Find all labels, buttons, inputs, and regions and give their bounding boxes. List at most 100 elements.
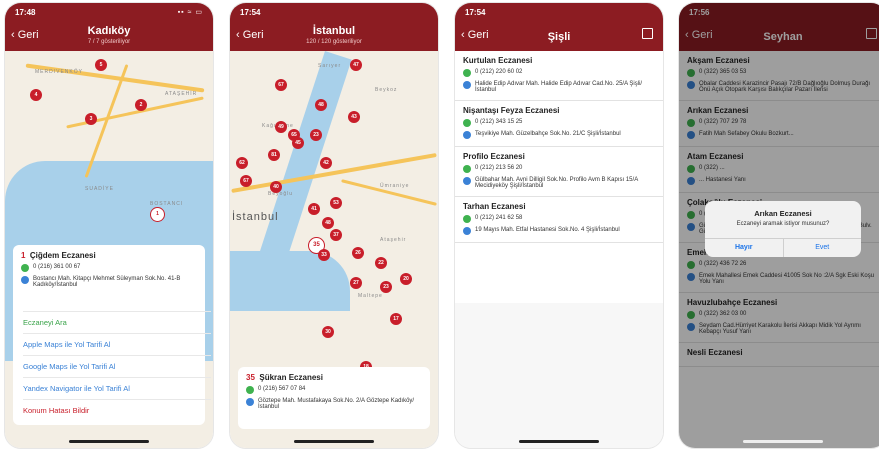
- pharmacy-pin[interactable]: 41: [308, 203, 320, 215]
- call-pharmacy-button[interactable]: Eczaneyi Ara: [23, 311, 211, 334]
- pharmacy-pin[interactable]: 42: [320, 157, 332, 169]
- map-label: Sarıyer: [318, 63, 342, 69]
- pharmacy-phone[interactable]: 0 (212) 241 62 58: [475, 215, 522, 221]
- pharmacy-phone[interactable]: 0 (212) 213 56 20: [475, 165, 522, 171]
- screen-sisli-list: 17:54 ‹ Geri Şişli Kurtulan Eczanesi 0 (2…: [455, 3, 663, 448]
- pharmacy-pin[interactable]: 23: [310, 129, 322, 141]
- pharmacy-number: 35: [246, 373, 255, 382]
- pharmacy-pin[interactable]: 53: [330, 197, 342, 209]
- pharmacy-pin[interactable]: 62: [236, 157, 248, 169]
- map-label: Ümraniye: [380, 183, 410, 189]
- page-title: Şişli: [547, 31, 571, 43]
- pharmacy-pin[interactable]: 27: [350, 277, 362, 289]
- map-label: Beykoz: [375, 87, 398, 93]
- phone-icon: [463, 69, 471, 77]
- dialog-buttons: Hayır Evet: [705, 238, 861, 257]
- pharmacy-phone[interactable]: 0 (216) 567 07 84: [258, 386, 305, 392]
- google-maps-button[interactable]: Google Maps ile Yol Tarifi Al: [23, 355, 211, 378]
- phone-icon: [246, 386, 254, 394]
- status-time: 17:54: [465, 8, 486, 17]
- home-indicator: [294, 440, 374, 443]
- nav-bar: 17:54 ‹ Geri Şişli: [455, 3, 663, 51]
- report-location-error-button[interactable]: Konum Hatası Bildir: [23, 399, 211, 422]
- map-label: Maltepe: [358, 293, 383, 299]
- pharmacy-pin[interactable]: 26: [352, 247, 364, 259]
- pharmacy-pin[interactable]: 3: [85, 113, 97, 125]
- page-subtitle: 7 / 7 gösteriliyor: [87, 39, 131, 45]
- pharmacy-pin[interactable]: 22: [375, 257, 387, 269]
- pharmacy-pin[interactable]: 2: [135, 99, 147, 111]
- pharmacy-pin[interactable]: 30: [322, 326, 334, 338]
- pharmacy-name: Şükran Eczanesi: [259, 373, 323, 382]
- pharmacy-list: Kurtulan Eczanesi 0 (212) 220 60 02 Halide…: [455, 51, 663, 243]
- pharmacy-pin[interactable]: 47: [350, 59, 362, 71]
- pharmacy-address: Göztepe Mah. Mustafakaya Sok.No. 2/A Göz…: [258, 398, 415, 410]
- pharmacy-phone[interactable]: 0 (216) 361 00 67: [33, 264, 80, 270]
- pharmacy-name-row: 35 Şükran Eczanesi: [246, 373, 422, 382]
- confirm-button[interactable]: Evet: [784, 239, 862, 257]
- phone-icon: [463, 119, 471, 127]
- map-label: SUADİYE: [85, 186, 114, 192]
- status-time: 17:48: [15, 8, 36, 17]
- page-title: Kadıköy: [87, 25, 131, 37]
- pharmacy-pin[interactable]: 49: [275, 121, 287, 133]
- pharmacy-name: Tarhan Eczanesi: [463, 202, 526, 211]
- page-subtitle: 120 / 120 gösteriliyor: [306, 39, 362, 45]
- pharmacy-address: Gülbahar Mah. Avni Dilligil Sok.No. Prof…: [475, 177, 638, 189]
- dialog-message: Eczaneyi aramak istiyor musunuz?: [736, 221, 830, 227]
- home-indicator: [69, 440, 149, 443]
- selected-pharmacy-pin[interactable]: 1: [150, 207, 165, 222]
- apple-maps-button[interactable]: Apple Maps ile Yol Tarifi Al: [23, 333, 211, 356]
- dialog-title: Arıkan Eczanesi: [754, 209, 812, 218]
- pharmacy-pin[interactable]: 45: [292, 137, 304, 149]
- pharmacy-pin[interactable]: 20: [400, 273, 412, 285]
- home-indicator: [519, 440, 599, 443]
- pharmacy-list-item[interactable]: Profilo Eczanesi 0 (212) 213 56 20 Gülbaha…: [455, 147, 663, 197]
- screen-kadikoy-map: 17:48 ▪▪ ≈ ▭ ‹ Geri Kadıköy 7 / 7 göster…: [5, 3, 213, 448]
- location-icon: [21, 276, 29, 284]
- pharmacy-address: Halide Edip Adıvar Mah. Halide Edip Adıv…: [475, 81, 643, 93]
- pharmacy-pin[interactable]: 48: [315, 99, 327, 111]
- yandex-navigator-button[interactable]: Yandex Navigator ile Yol Tarifi Al: [23, 377, 211, 400]
- pharmacy-detail-card[interactable]: 35 Şükran Eczanesi 0 (216) 567 07 84 Göz…: [238, 367, 430, 429]
- pharmacy-list-item[interactable]: Tarhan Eczanesi 0 (212) 241 62 58 19 Mayıs…: [455, 197, 663, 243]
- pharmacy-pin[interactable]: 48: [322, 217, 334, 229]
- pharmacy-detail-sheet: 1 Çiğdem Eczanesi 0 (216) 361 00 67 Bost…: [13, 245, 211, 425]
- pharmacy-pin[interactable]: 37: [330, 229, 342, 241]
- cancel-button[interactable]: Hayır: [705, 239, 784, 257]
- pharmacy-phone[interactable]: 0 (212) 343 15 25: [475, 119, 522, 125]
- pharmacy-pin[interactable]: 4: [30, 89, 42, 101]
- pharmacy-address: Bostancı Mah. Kitapçı Mehmet Süleyman So…: [33, 276, 181, 288]
- map-label: ATAŞEHİR: [165, 91, 198, 97]
- sea-area: [230, 251, 350, 311]
- pharmacy-phone[interactable]: 0 (212) 220 60 02: [475, 69, 522, 75]
- pharmacy-pin[interactable]: 67: [240, 175, 252, 187]
- pharmacy-pin[interactable]: 5: [95, 59, 107, 71]
- pharmacy-pin[interactable]: 67: [275, 79, 287, 91]
- pharmacy-address: 19 Mayıs Mah. Etfal Hastanesi Sok.No. 4 …: [475, 227, 620, 233]
- pharmacy-pin[interactable]: 17: [390, 313, 402, 325]
- nav-bar: 17:48 ▪▪ ≈ ▭ ‹ Geri Kadıköy 7 / 7 göster…: [5, 3, 213, 51]
- call-confirm-dialog: Arıkan Eczanesi Eczaneyi aramak istiyor …: [705, 201, 861, 257]
- screen-seyhan-list: 17:56 ‹ Geri Seyhan Akşam Eczanesi 0 (322…: [679, 3, 879, 448]
- pharmacy-name-row: 1 Çiğdem Eczanesi: [21, 251, 197, 260]
- pharmacy-pin[interactable]: 33: [318, 249, 330, 261]
- pharmacy-pin[interactable]: 40: [270, 181, 282, 193]
- nav-bar: 17:54 ‹ Geri İstanbul 120 / 120 gösteril…: [230, 3, 438, 51]
- map-label: İstanbul: [232, 211, 279, 223]
- location-icon: [463, 131, 471, 139]
- pharmacy-number: 1: [21, 251, 26, 260]
- location-icon: [463, 227, 471, 235]
- pharmacy-pin[interactable]: 43: [348, 111, 360, 123]
- pharmacy-address: Teşvikiye Mah. Güzelbahçe Sok.No. 21/C Ş…: [475, 131, 621, 137]
- phone-icon: [463, 165, 471, 173]
- map-view-icon[interactable]: [642, 28, 653, 39]
- map-label: Ataşehir: [380, 237, 407, 243]
- pharmacy-list-item[interactable]: Nişantaşı Feyza Eczanesi 0 (212) 343 15 2…: [455, 101, 663, 147]
- phone-icon: [21, 264, 29, 272]
- pharmacy-name: Nişantaşı Feyza Eczanesi: [463, 106, 560, 115]
- pharmacy-name: Çiğdem Eczanesi: [29, 251, 96, 260]
- pharmacy-pin[interactable]: 23: [380, 281, 392, 293]
- pharmacy-list-item[interactable]: Kurtulan Eczanesi 0 (212) 220 60 02 Halide…: [455, 51, 663, 101]
- pharmacy-pin[interactable]: 81: [268, 149, 280, 161]
